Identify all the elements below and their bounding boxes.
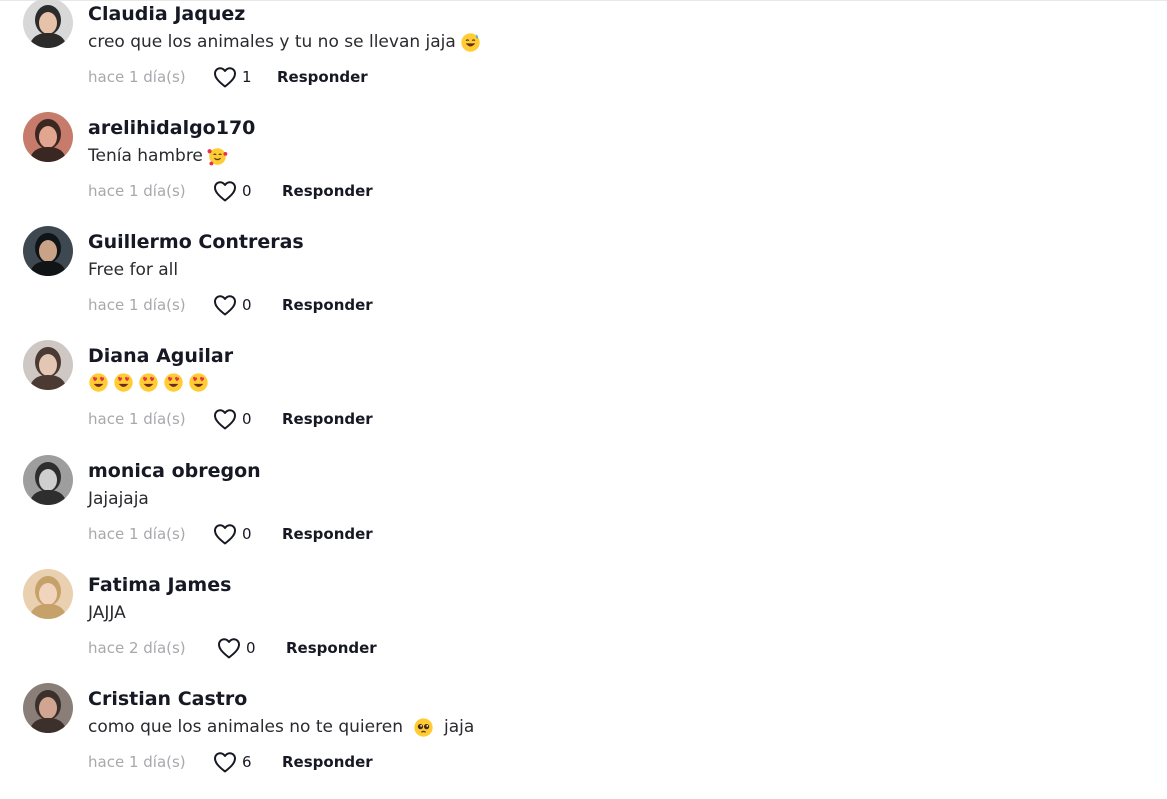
comment-timestamp: hace 1 día(s) [88,296,186,314]
heart-eyes-emoji [113,372,134,393]
heart-icon[interactable] [213,523,237,545]
comment-timestamp: hace 2 día(s) [88,639,186,657]
comment-item: Guillermo Contreras Free for all hace 1 dí… [0,226,1167,340]
comment-text: Free for all [88,258,178,282]
like-count: 0 [242,410,252,428]
comment-timestamp: hace 1 día(s) [88,68,186,86]
like-button[interactable]: 1 [213,66,252,88]
heart-eyes-emoji [188,372,209,393]
comment-username[interactable]: arelihidalgo170 [88,115,255,141]
comment-item: monica obregon Jajajaja hace 1 día(s) 0 Resp… [0,455,1167,569]
comment-timestamp: hace 1 día(s) [88,182,186,200]
avatar[interactable] [23,455,73,505]
heart-eyes-emoji [163,372,184,393]
comment-username[interactable]: Claudia Jaquez [88,1,245,27]
heart-icon[interactable] [217,637,241,659]
comment-text-body: Free for all [88,260,179,280]
comment-timestamp: hace 1 día(s) [88,753,186,771]
comment-username[interactable]: Fatima James [88,572,231,598]
comment-item: Claudia Jaquez creo que los animales y tu… [0,0,1167,112]
comment-username[interactable]: monica obregon [88,458,261,484]
reply-button[interactable]: Responder [282,180,373,202]
comment-item: Diana Aguilar hace 1 día(s) 0 Responder [0,340,1167,454]
like-count: 0 [242,182,252,200]
like-count: 0 [246,639,256,657]
reply-button[interactable]: Responder [282,523,373,545]
comment-item: arelihidalgo170 Tenía hambre hace 1 día(s)… [0,112,1167,226]
comment-username[interactable]: Diana Aguilar [88,343,233,369]
comment-timestamp: hace 1 día(s) [88,525,186,543]
comment-text: como que los animales no te quieren jaja [88,715,474,739]
reply-button[interactable]: Responder [277,66,368,88]
like-count: 0 [242,525,252,543]
comment-text: Tenía hambre [88,144,228,168]
comment-text: JAJJA [88,601,126,625]
like-button[interactable]: 0 [213,180,252,202]
comment-timestamp: hace 1 día(s) [88,410,186,428]
heart-eyes-emoji [138,372,159,393]
avatar[interactable] [23,683,73,733]
heart-icon[interactable] [213,751,237,773]
comment-text-body: Jajajaja [88,489,149,509]
smiling-hearts-emoji [207,146,228,167]
heart-icon[interactable] [213,294,237,316]
comment-username[interactable]: Guillermo Contreras [88,229,304,255]
heart-eyes-emoji [88,372,109,393]
reply-button[interactable]: Responder [282,751,373,773]
heart-icon[interactable] [213,180,237,202]
heart-icon[interactable] [213,66,237,88]
comment-text: creo que los animales y tu no se llevan … [88,30,481,54]
reply-button[interactable]: Responder [286,637,377,659]
reply-button[interactable]: Responder [282,294,373,316]
like-button[interactable]: 0 [213,294,252,316]
like-button[interactable]: 0 [213,523,252,545]
avatar[interactable] [23,340,73,390]
comment-text-body: Tenía hambre [88,146,203,166]
like-button[interactable]: 0 [213,408,252,430]
like-button[interactable]: 0 [217,637,256,659]
comment-text: Jajajaja [88,487,149,511]
like-button[interactable]: 6 [213,751,252,773]
comment-item: Fatima James JAJJA hace 2 día(s) 0 Responder [0,569,1167,683]
pleading-face-emoji [413,717,434,738]
like-count: 1 [242,68,252,86]
comment-username[interactable]: Cristian Castro [88,686,247,712]
reply-button[interactable]: Responder [282,408,373,430]
avatar[interactable] [23,112,73,162]
comment-text-body: JAJJA [88,603,126,623]
comment-text [88,372,209,393]
avatar[interactable] [23,569,73,619]
like-count: 6 [242,753,252,771]
grinning-sweat-emoji [460,32,481,53]
avatar[interactable] [23,226,73,276]
like-count: 0 [242,296,252,314]
comment-text-body: como que los animales no te quieren [88,717,403,737]
comment-item: Cristian Castro como que los animales no … [0,683,1167,797]
heart-icon[interactable] [213,408,237,430]
comment-text-suffix: jaja [443,717,475,737]
comment-text-body: creo que los animales y tu no se llevan … [88,32,456,52]
avatar[interactable] [23,0,73,48]
